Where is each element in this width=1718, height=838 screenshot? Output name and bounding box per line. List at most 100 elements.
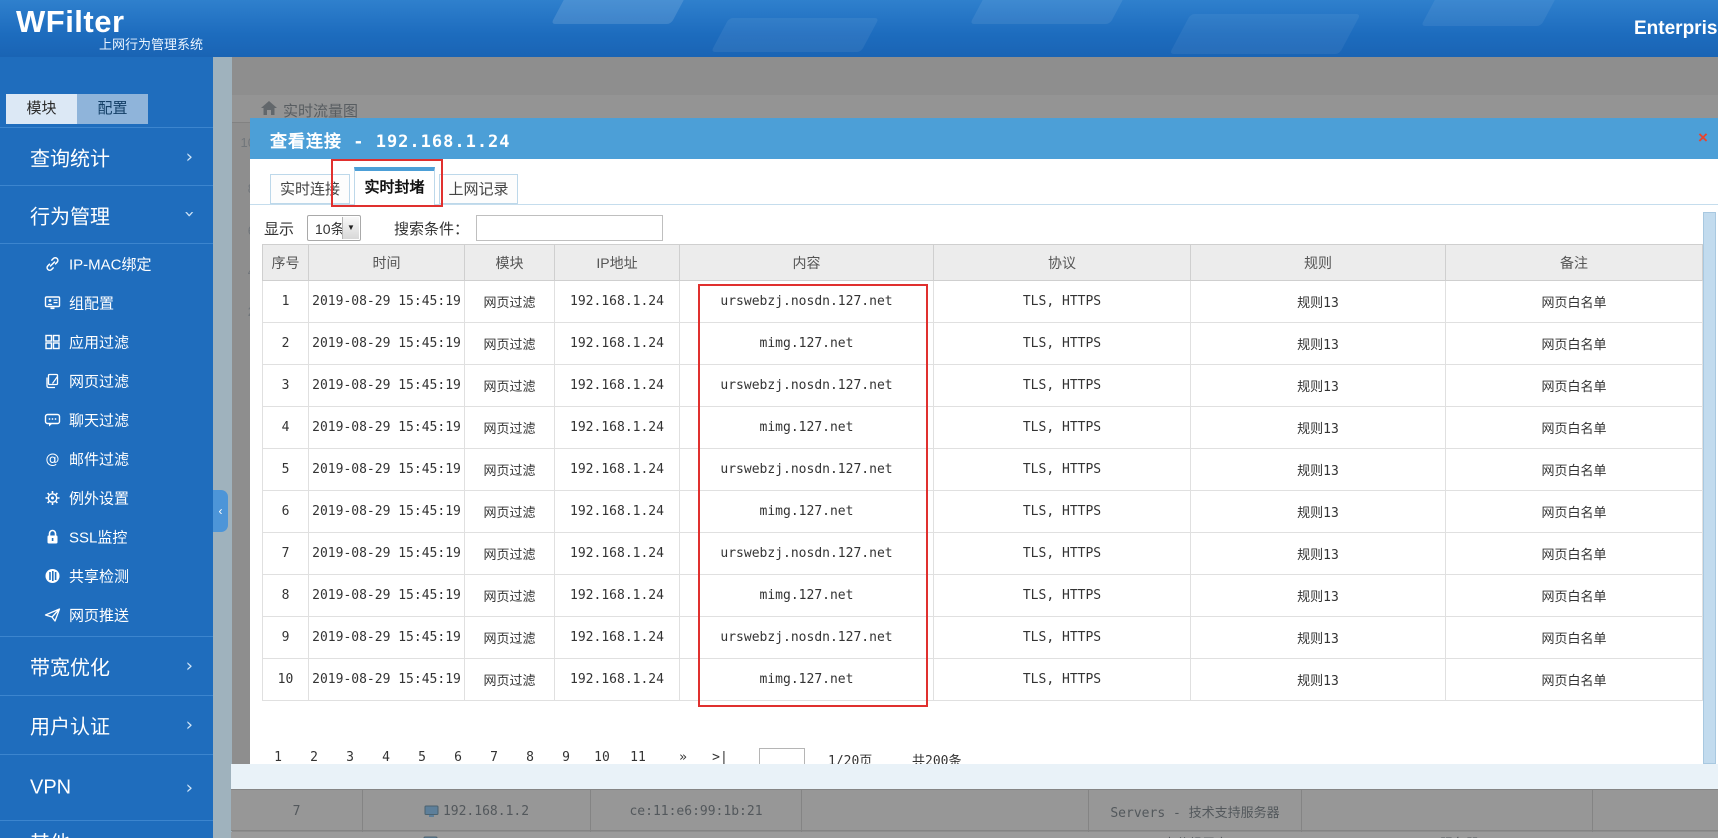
cell-rule: 规则13 xyxy=(1190,322,1446,365)
annotation-box-content-column xyxy=(698,284,928,707)
page-number[interactable]: 8 xyxy=(515,750,545,764)
cell-no: 10 xyxy=(262,658,309,701)
cell-ip: 192.168.1.24 xyxy=(554,658,680,701)
sidebar-item-web-filter[interactable]: 网页过滤 xyxy=(0,361,213,400)
table-row: 4 2019-08-29 15:45:19 网页过滤 192.168.1.24 … xyxy=(262,406,1703,449)
page-number[interactable]: 9 xyxy=(551,750,581,764)
cell-no: 6 xyxy=(262,490,309,533)
page-number[interactable]: 11 xyxy=(623,750,653,764)
cell-no: 5 xyxy=(262,448,309,491)
cell-no: 8 xyxy=(262,574,309,617)
chevron-right-icon xyxy=(186,656,193,677)
sidebar-item-ssl-monitor[interactable]: SSL监控 xyxy=(0,517,213,556)
column-header: IP地址 xyxy=(554,244,680,281)
page-number[interactable]: 6 xyxy=(443,750,473,764)
sidebar-item-share-detect[interactable]: 共享检测 xyxy=(0,556,213,595)
cell-protocol: TLS, HTTPS xyxy=(933,280,1191,323)
pagination: 1 2 3 4 5 6 7 8 9 10 11 » >| 1/20页 共200条 xyxy=(250,748,1718,764)
dropdown-arrow-icon[interactable] xyxy=(342,217,359,239)
cell-note: 网页白名单 xyxy=(1445,280,1703,323)
cell-note: 网页白名单 xyxy=(1445,658,1703,701)
cell-protocol: TLS, HTTPS xyxy=(933,532,1191,575)
tab-browsing-history[interactable]: 上网记录 xyxy=(439,174,518,204)
search-input[interactable] xyxy=(476,215,663,241)
sidebar-item-web-push[interactable]: 网页推送 xyxy=(0,595,213,634)
column-header: 协议 xyxy=(933,244,1191,281)
page-number[interactable]: 5 xyxy=(407,750,437,764)
dialog-title: 查看连接 - 192.168.1.24 xyxy=(270,132,511,152)
cell-rule: 规则13 xyxy=(1190,490,1446,533)
sidebar-section-behavior-mgmt[interactable]: 行为管理 xyxy=(0,185,213,243)
sidebar-section-vpn[interactable]: VPN xyxy=(0,754,213,820)
sidebar-tab-modules[interactable]: 模块 xyxy=(6,94,77,124)
column-header: 内容 xyxy=(679,244,934,281)
sidebar-item-chat-filter[interactable]: 聊天过滤 xyxy=(0,400,213,439)
cell-no: 7 xyxy=(262,532,309,575)
sidebar-item-mail-filter[interactable]: @ 邮件过滤 xyxy=(0,439,213,478)
chevron-right-icon xyxy=(186,715,193,736)
cell-ip: 192.168.1.24 xyxy=(554,532,680,575)
sidebar-section-query-stats[interactable]: 查询统计 xyxy=(0,127,213,185)
cell-module: 网页过滤 xyxy=(464,616,555,659)
chevron-right-icon xyxy=(186,146,193,167)
page-number[interactable]: 1 xyxy=(263,750,293,764)
search-label: 搜索条件： xyxy=(394,221,470,238)
sidebar-collapse-handle[interactable]: ‹ xyxy=(213,490,228,532)
cell-rule: 规则13 xyxy=(1190,406,1446,449)
cell-protocol: TLS, HTTPS xyxy=(933,364,1191,407)
chevron-down-icon xyxy=(179,210,200,217)
page-number[interactable]: 2 xyxy=(299,750,329,764)
close-icon[interactable]: × xyxy=(1698,128,1708,148)
cell-no: 1 xyxy=(262,280,309,323)
page-size-select[interactable]: 10条 xyxy=(307,215,361,241)
annotation-box-active-tab xyxy=(331,159,443,207)
sidebar-section-other[interactable]: 其他 xyxy=(0,820,213,838)
monitor-icon xyxy=(424,805,439,817)
cell-ip: 192.168.1.24 xyxy=(554,574,680,617)
table-row: 8 2019-08-29 15:45:19 网页过滤 192.168.1.24 … xyxy=(262,574,1703,617)
cell-protocol: TLS, HTTPS xyxy=(933,448,1191,491)
cell-rule: 规则13 xyxy=(1190,574,1446,617)
sidebar: 模块 配置 查询统计 行为管理 IP-MAC绑定 组配置 xyxy=(0,57,213,838)
sidebar-section-user-auth[interactable]: 用户认证 xyxy=(0,695,213,754)
monitor-user-icon xyxy=(44,295,61,309)
chat-icon xyxy=(44,413,61,426)
cell-no: 4 xyxy=(262,406,309,449)
cell-ip: 192.168.1.24 xyxy=(554,364,680,407)
show-label: 显示 xyxy=(264,221,295,238)
pages-icon xyxy=(46,373,59,388)
last-page-button[interactable]: >| xyxy=(705,750,735,764)
cell-time: 2019-08-29 15:45:19 xyxy=(308,616,465,659)
sidebar-item-ip-mac-binding[interactable]: IP-MAC绑定 xyxy=(0,244,213,283)
cell-note: 网页白名单 xyxy=(1445,322,1703,365)
page-number[interactable]: 7 xyxy=(479,750,509,764)
next-pages-button[interactable]: » xyxy=(668,750,698,764)
sidebar-section-bandwidth[interactable]: 带宽优化 xyxy=(0,636,213,695)
sidebar-item-app-filter[interactable]: 应用过滤 xyxy=(0,322,213,361)
cell-note: 网页白名单 xyxy=(1445,448,1703,491)
sidebar-tab-config[interactable]: 配置 xyxy=(77,94,148,124)
page-number[interactable]: 4 xyxy=(371,750,401,764)
table-row: 7 2019-08-29 15:45:19 网页过滤 192.168.1.24 … xyxy=(262,532,1703,575)
cell-time: 2019-08-29 15:45:19 xyxy=(308,574,465,617)
cell-protocol: TLS, HTTPS xyxy=(933,574,1191,617)
home-icon xyxy=(261,101,277,115)
goto-page-input[interactable] xyxy=(759,748,805,764)
cell-ip: 192.168.1.24 xyxy=(554,406,680,449)
cell-module: 网页过滤 xyxy=(464,448,555,491)
table-row: 5 2019-08-29 15:45:19 网页过滤 192.168.1.24 … xyxy=(262,448,1703,491)
cell-rule: 规则13 xyxy=(1190,364,1446,407)
cell-time: 2019-08-29 15:45:19 xyxy=(308,364,465,407)
cell-time: 2019-08-29 15:45:19 xyxy=(308,280,465,323)
page-number[interactable]: 10 xyxy=(587,750,617,764)
sidebar-item-exception-settings[interactable]: 例外设置 xyxy=(0,478,213,517)
at-icon: @ xyxy=(46,451,60,467)
dialog-titlebar[interactable]: 查看连接 - 192.168.1.24 × xyxy=(250,118,1718,159)
page-number[interactable]: 3 xyxy=(335,750,365,764)
cell-module: 网页过滤 xyxy=(464,574,555,617)
cell-rule: 规则13 xyxy=(1190,658,1446,701)
column-header: 规则 xyxy=(1190,244,1446,281)
vertical-scrollbar[interactable] xyxy=(1703,212,1716,764)
grid-icon xyxy=(45,334,60,349)
sidebar-item-group-config[interactable]: 组配置 xyxy=(0,283,213,322)
